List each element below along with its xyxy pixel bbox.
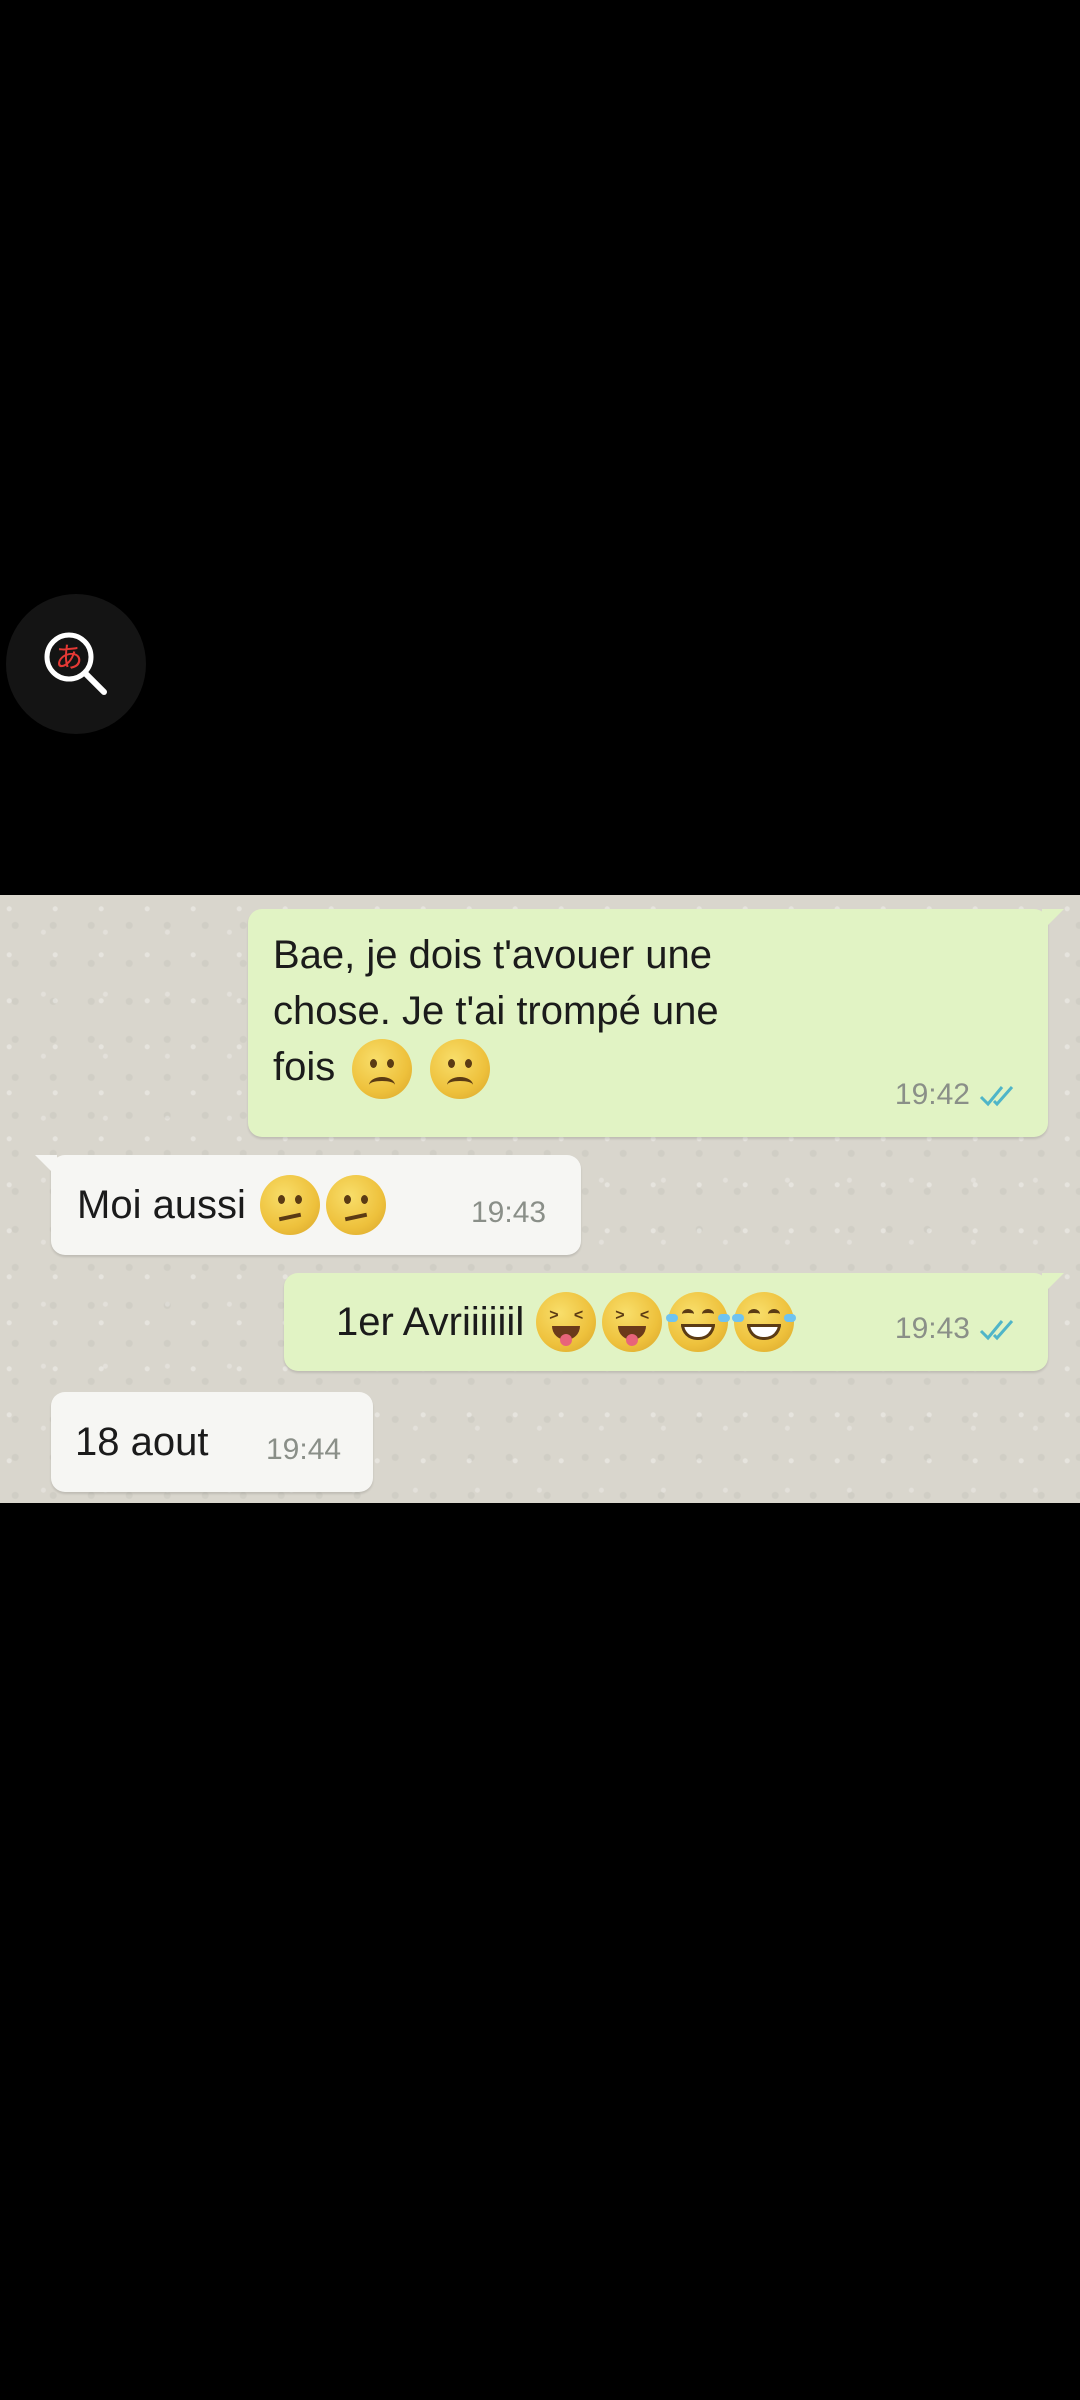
message-line: Bae, je dois t'avouer une: [273, 933, 713, 977]
face-with-tears-of-joy-icon: [666, 1292, 731, 1352]
squinting-face-with-tongue-icon: > <: [536, 1292, 597, 1352]
message-bubble-outgoing[interactable]: Bae, je dois t'avouer une chose. Je t'ai…: [248, 909, 1064, 1137]
translate-search-button[interactable]: あ: [6, 594, 146, 734]
message-time: 19:43: [895, 1301, 1022, 1357]
face-with-tears-of-joy-icon: [732, 1292, 797, 1352]
message-time: 19:43: [471, 1196, 547, 1229]
message-text: 18 aout: [75, 1420, 209, 1464]
chat-screenshot: Bae, je dois t'avouer une chose. Je t'ai…: [0, 895, 1080, 1503]
squinting-face-with-tongue-icon: > <: [602, 1292, 663, 1352]
slightly-frowning-face-icon: [352, 1039, 413, 1100]
message-time: 19:42: [895, 1067, 1022, 1123]
message-text: Moi aussi: [77, 1183, 246, 1227]
double-check-icon: [979, 1320, 1014, 1341]
confused-face-icon: [259, 1175, 320, 1235]
translate-search-icon: あ: [44, 632, 107, 695]
message-text: 1er Avriiiiiil: [336, 1300, 525, 1344]
message-bubble-incoming[interactable]: Moi aussi 19:43: [35, 1155, 581, 1255]
message-time: 19:44: [266, 1433, 342, 1466]
message-bubble-incoming[interactable]: 18 aout 19:44: [51, 1392, 373, 1492]
message-line: chose. Je t'ai trompé une: [273, 989, 719, 1033]
confused-face-icon: [325, 1175, 386, 1235]
svg-text:あ: あ: [55, 641, 83, 674]
slightly-frowning-face-icon: [429, 1039, 490, 1100]
double-check-icon: [979, 1086, 1014, 1107]
message-bubble-outgoing[interactable]: 1er Avriiiiiil > < > < 19:43: [284, 1273, 1064, 1371]
